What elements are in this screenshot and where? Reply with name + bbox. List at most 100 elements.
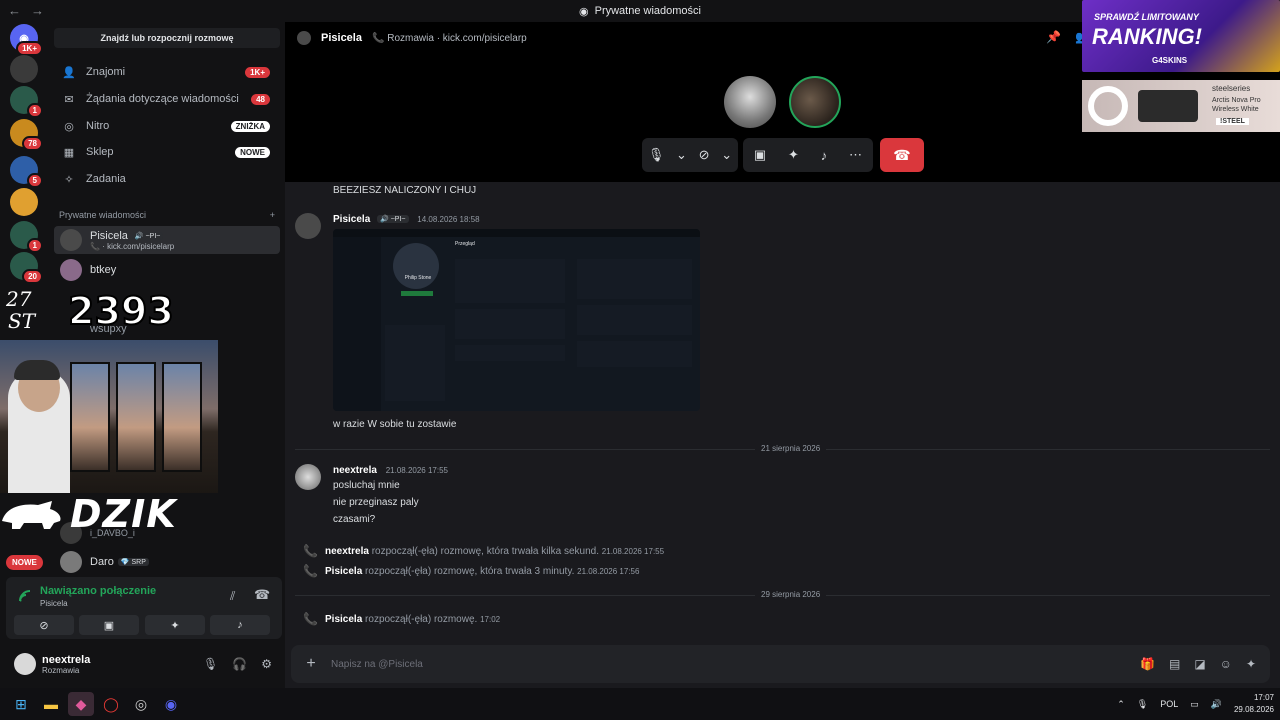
- call-participant-avatar[interactable]: [789, 76, 841, 128]
- server-icon[interactable]: 5: [10, 156, 43, 188]
- microphone-icon[interactable]: 🎙: [1137, 699, 1148, 710]
- hang-up-button[interactable]: ☎: [880, 138, 924, 172]
- forward-arrow-icon[interactable]: →: [31, 3, 44, 18]
- volume-icon[interactable]: 🔊: [1211, 699, 1222, 710]
- counter-label-art: 27: [5, 287, 32, 311]
- activities-button[interactable]: ✦: [145, 615, 205, 635]
- headset-icon: [1088, 86, 1128, 126]
- counter-label-art: ST: [8, 309, 37, 333]
- app-icon[interactable]: ◎: [128, 692, 154, 716]
- gif-icon[interactable]: ▤: [1169, 657, 1180, 671]
- language-indicator[interactable]: POL: [1160, 699, 1178, 709]
- more-icon[interactable]: ⋯: [849, 147, 862, 163]
- headphones-icon[interactable]: 🎧: [232, 657, 247, 671]
- noise-suppression-icon[interactable]: ⫽: [230, 589, 235, 604]
- webcam-overlay: [0, 340, 218, 493]
- disconnect-icon[interactable]: ☎: [254, 587, 270, 603]
- file-explorer-icon[interactable]: ▬: [38, 692, 64, 716]
- call-participant-avatar[interactable]: [724, 76, 776, 128]
- discord-icon[interactable]: ◉: [158, 692, 184, 716]
- voice-connection-panel: Nawiązano połączenie Pisicela ⫽ ☎ ⊘ ▣ ✦ …: [6, 577, 282, 639]
- unread-badge: 78: [22, 136, 43, 151]
- opera-icon[interactable]: ◯: [98, 692, 124, 716]
- sidebar-item-quests[interactable]: ✧ Zadania: [54, 167, 280, 191]
- message-text: w razie W sobie tu zostawie: [333, 419, 457, 430]
- apps-icon[interactable]: ✦: [1246, 657, 1256, 671]
- gift-icon[interactable]: 🎁: [1140, 657, 1155, 671]
- video-toggle-button[interactable]: ⊘: [14, 615, 74, 635]
- channel-header: Pisicela 📞 Rozmawia · kick.com/pisicelar…: [297, 31, 527, 45]
- sponsor-banner: SPRAWDŹ LIMITOWANY RANKING! G4SKINS: [1082, 0, 1280, 72]
- message-text: posluchaj mnie: [333, 480, 400, 491]
- server-icon[interactable]: 1: [10, 86, 43, 118]
- sidebar-item-nitro[interactable]: ◎ Nitro ZNIŻKA: [54, 114, 280, 138]
- server-icon[interactable]: 1: [10, 221, 43, 253]
- soundboard-button[interactable]: ♪: [210, 615, 270, 635]
- dm-item-pisicela[interactable]: Pisicela 🔊 ~PI~ 📞 · kick.com/pisicelarp: [54, 226, 280, 254]
- soundboard-icon: ♪: [237, 619, 243, 631]
- attach-plus-icon[interactable]: +: [291, 655, 331, 673]
- clan-tag: 🔊 ~PI~: [131, 231, 164, 240]
- windows-start-icon[interactable]: ⊞: [8, 692, 34, 716]
- avatar: [60, 551, 82, 573]
- gear-icon[interactable]: ⚙: [261, 657, 272, 671]
- microphone-icon[interactable]: 🎙: [203, 657, 218, 671]
- avatar: [393, 243, 439, 289]
- pin-icon[interactable]: 📌: [1046, 30, 1061, 44]
- back-arrow-icon[interactable]: ←: [8, 3, 21, 18]
- find-conversation-button[interactable]: Znajdź lub rozpocznij rozmowę: [54, 28, 280, 48]
- screen-share-button[interactable]: ▣: [79, 615, 139, 635]
- chevron-down-icon[interactable]: ⌄: [676, 147, 687, 163]
- date-divider: 29 sierpnia 2026: [295, 590, 1270, 599]
- phone-icon: 📞: [303, 564, 318, 578]
- sidebar-item-message-requests[interactable]: ✉ Żądania dotyczące wiadomości 48: [54, 87, 280, 111]
- unread-badge: 1: [26, 238, 43, 253]
- headphones-icon: [14, 360, 60, 380]
- activities-icon: ✦: [170, 619, 180, 632]
- chevron-up-icon[interactable]: ⌃: [1117, 699, 1125, 710]
- friends-icon: 👤: [62, 66, 76, 79]
- sub-counter-value: 2393: [68, 289, 174, 333]
- new-badge[interactable]: NOWE: [6, 555, 43, 570]
- activities-icon[interactable]: ✦: [788, 147, 799, 163]
- dm-item-daro[interactable]: Daro 💎 SRP: [54, 548, 280, 576]
- dm-item-btkey[interactable]: btkey: [54, 256, 280, 284]
- network-icon[interactable]: ▭: [1190, 699, 1199, 710]
- message-text: BEEZIESZ NALICZONY I CHUJ: [333, 185, 477, 196]
- os-taskbar: ⊞ ▬ ◆ ◯ ◎ ◉ ⌃ 🎙 POL ▭ 🔊 17:07 29.08.2026: [0, 688, 1280, 720]
- chevron-down-icon[interactable]: ⌄: [721, 147, 732, 163]
- dm-section-header: Prywatne wiadomości +: [59, 210, 275, 220]
- message-composer[interactable]: + Napisz na @Pisicela 🎁 ▤ ◪ ☺ ✦: [291, 645, 1270, 683]
- server-icon[interactable]: 20: [10, 252, 43, 284]
- message-input[interactable]: Napisz na @Pisicela: [331, 659, 423, 670]
- avatar[interactable]: [14, 653, 36, 675]
- server-icon[interactable]: [10, 188, 38, 216]
- app-icon[interactable]: ◆: [68, 692, 94, 716]
- clock[interactable]: 17:07 29.08.2026: [1234, 692, 1274, 716]
- camera-off-icon: ⊘: [39, 619, 49, 632]
- camera-off-icon[interactable]: ⊘: [699, 147, 710, 163]
- sidebar-item-shop[interactable]: ▦ Sklep NOWE: [54, 140, 280, 164]
- phone-icon: 📞: [303, 544, 318, 558]
- call-log-message: 📞 Pisicela rozpoczął(-ęła) rozmowę. 17:0…: [303, 612, 501, 626]
- home-server-icon[interactable]: ◉ 1K+: [10, 24, 43, 56]
- unread-badge: 1K+: [16, 41, 43, 56]
- message-text: czasami?: [333, 514, 376, 525]
- microphone-icon[interactable]: 🎙: [648, 147, 665, 163]
- screen-share-icon[interactable]: ▣: [754, 147, 766, 163]
- server-icon[interactable]: 78: [10, 119, 43, 151]
- date-divider: 21 sierpnia 2026: [295, 444, 1270, 453]
- emoji-icon[interactable]: ☺: [1220, 657, 1232, 671]
- avatar[interactable]: [295, 464, 321, 490]
- soundboard-icon[interactable]: ♪: [821, 148, 828, 163]
- voice-channel[interactable]: Pisicela: [40, 599, 68, 608]
- phone-icon: 📞: [303, 612, 318, 626]
- server-icon[interactable]: [10, 55, 38, 83]
- sidebar-item-friends[interactable]: 👤 Znajomi 1K+: [54, 60, 280, 84]
- image-attachment[interactable]: Philip Stone Przegląd: [333, 229, 700, 411]
- friends-badge: 1K+: [245, 66, 270, 78]
- message-text: nie przeginasz paly: [333, 497, 419, 508]
- avatar[interactable]: [295, 213, 321, 239]
- create-dm-plus-icon[interactable]: +: [270, 210, 275, 220]
- sticker-icon[interactable]: ◪: [1194, 657, 1205, 671]
